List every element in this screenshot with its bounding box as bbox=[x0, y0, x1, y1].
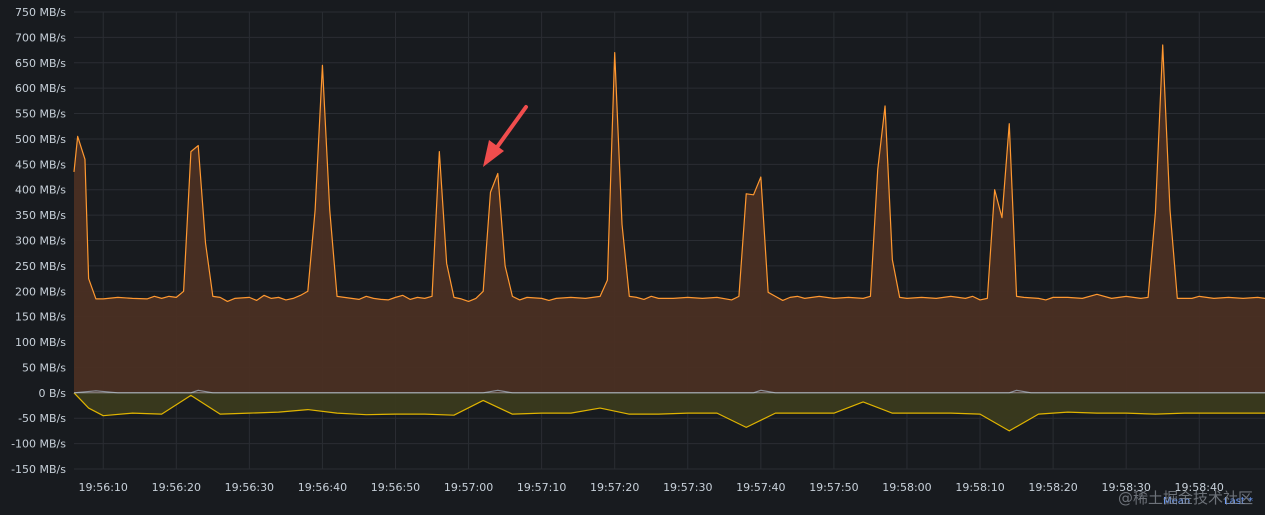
x-tick-label: 19:57:20 bbox=[590, 481, 639, 494]
annotation-arrow bbox=[483, 105, 528, 167]
y-tick-label: 150 MB/s bbox=[15, 311, 66, 324]
x-tick-label: 19:56:20 bbox=[152, 481, 201, 494]
y-tick-label: 600 MB/s bbox=[15, 82, 66, 95]
y-tick-label: 250 MB/s bbox=[15, 260, 66, 273]
y-tick-label: -150 MB/s bbox=[11, 463, 66, 476]
x-tick-label: 19:57:30 bbox=[663, 481, 712, 494]
x-tick-label: 19:58:00 bbox=[882, 481, 931, 494]
x-tick-label: 19:56:50 bbox=[371, 481, 420, 494]
y-tick-label: 450 MB/s bbox=[15, 158, 66, 171]
series-1-area bbox=[74, 392, 1265, 431]
x-tick-label: 19:56:10 bbox=[79, 481, 128, 494]
y-tick-label: 400 MB/s bbox=[15, 184, 66, 197]
y-tick-label: 750 MB/s bbox=[15, 6, 66, 19]
y-tick-label: 50 MB/s bbox=[22, 361, 66, 374]
y-tick-label: 550 MB/s bbox=[15, 108, 66, 121]
x-axis: 19:56:10 19:56:20 19:56:30 19:56:40 19:56:50… bbox=[79, 481, 1224, 494]
series-0-line[interactable] bbox=[73, 44, 1265, 303]
y-tick-label: 500 MB/s bbox=[15, 133, 66, 146]
series-layer[interactable] bbox=[73, 44, 1265, 432]
x-tick-label: 19:58:10 bbox=[955, 481, 1004, 494]
y-tick-label: 650 MB/s bbox=[15, 57, 66, 70]
y-tick-label: -50 MB/s bbox=[18, 412, 66, 425]
timeseries-chart: 750 MB/s 700 MB/s 650 MB/s 600 MB/s 550 MB/s… bbox=[11, 6, 1265, 494]
x-tick-label: 19:57:50 bbox=[809, 481, 858, 494]
x-tick-label: 19:58:20 bbox=[1028, 481, 1077, 494]
series-0-area bbox=[74, 45, 1265, 393]
y-tick-label: 700 MB/s bbox=[15, 31, 66, 44]
x-tick-label: 19:56:30 bbox=[225, 481, 274, 494]
y-tick-label: -100 MB/s bbox=[11, 438, 66, 451]
y-tick-label: 350 MB/s bbox=[15, 209, 66, 222]
y-tick-label: 200 MB/s bbox=[15, 285, 66, 298]
y-tick-label: 0 B/s bbox=[39, 387, 67, 400]
watermark: @稀土掘金技术社区 bbox=[1117, 489, 1253, 507]
y-axis: 750 MB/s 700 MB/s 650 MB/s 600 MB/s 550 MB/s… bbox=[11, 6, 66, 476]
y-tick-label: 300 MB/s bbox=[15, 235, 66, 248]
y-tick-label: 100 MB/s bbox=[15, 336, 66, 349]
x-tick-label: 19:56:40 bbox=[298, 481, 347, 494]
x-tick-label: 19:57:10 bbox=[517, 481, 566, 494]
x-tick-label: 19:57:40 bbox=[736, 481, 785, 494]
x-tick-label: 19:57:00 bbox=[444, 481, 493, 494]
